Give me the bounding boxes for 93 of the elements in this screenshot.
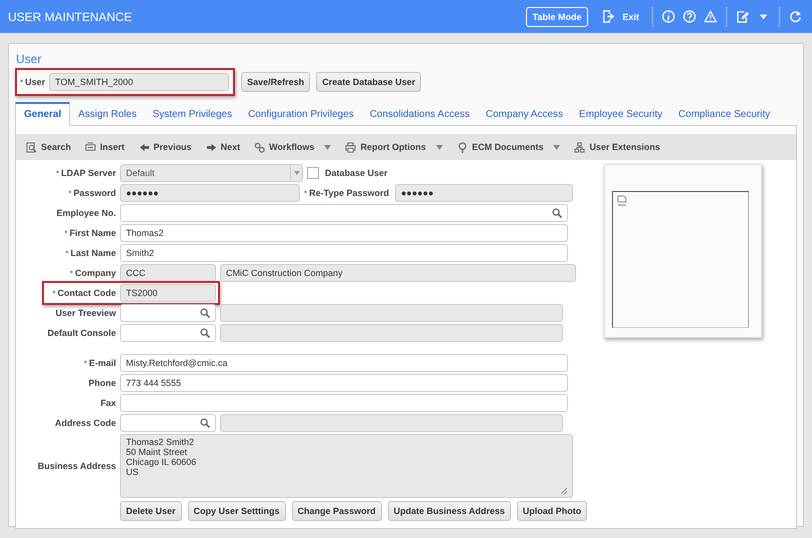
exit-icon (602, 10, 616, 23)
required-marker: * (68, 188, 72, 198)
left-arrow-icon (138, 142, 150, 152)
required-marker: * (84, 358, 87, 368)
toolbar-button[interactable]: Previous (138, 142, 206, 152)
caret-icon[interactable] (436, 144, 443, 150)
refresh-icon[interactable] (789, 10, 802, 23)
lookup-field[interactable] (120, 324, 216, 342)
section-title: User (16, 52, 42, 66)
toolbar-button[interactable]: Workflows (254, 142, 328, 152)
required-marker: * (52, 288, 56, 298)
required-marker: * (65, 248, 68, 258)
lookup-field[interactable] (120, 414, 216, 432)
checkbox[interactable] (307, 167, 319, 179)
search-icon (200, 328, 210, 338)
checkbox-label: Database User (325, 168, 388, 178)
toolbar-button[interactable]: Report Options (345, 142, 440, 152)
dropdown-field[interactable]: Default (120, 164, 303, 182)
action-button[interactable]: Change Password (292, 501, 382, 521)
field-label: Contact Code (58, 288, 116, 298)
tab[interactable]: Company Access (478, 102, 572, 125)
field-label: Default Console (47, 328, 116, 338)
action-button[interactable]: Upload Photo (516, 501, 588, 521)
search-icon (200, 308, 210, 318)
edit-icon[interactable] (736, 10, 749, 23)
address-field[interactable]: Thomas2 Smith2 50 Maint Street Chicago IL 60606 US (120, 434, 573, 498)
tab[interactable]: Consolidations Access (362, 102, 478, 125)
broken-image-icon (617, 195, 627, 207)
hierarchy-icon (574, 142, 586, 152)
gears-icon (254, 142, 266, 152)
field-label: Employee No. (56, 208, 116, 218)
info-icon[interactable] (662, 10, 675, 23)
toolbar-button[interactable]: ECM Documents (456, 142, 558, 152)
required-marker: * (304, 188, 308, 198)
field-label: Address Code (54, 418, 116, 428)
field-label: Fax (100, 398, 116, 408)
lookup-field[interactable] (120, 204, 568, 222)
search-icon (200, 418, 210, 428)
window-title: USER MAINTENANCE (8, 10, 134, 24)
tab[interactable]: General (15, 102, 70, 126)
insert-icon (85, 142, 96, 152)
tab[interactable]: Compliance Security (670, 102, 778, 125)
action-button[interactable]: Save/Refresh (241, 72, 310, 92)
field-label: User Treeview (55, 308, 116, 318)
search-icon (26, 142, 37, 152)
action-button[interactable]: Copy User Setttings (188, 501, 286, 521)
required-marker: * (20, 78, 24, 86)
field-label: Password (73, 188, 116, 198)
input-field[interactable]: 773 444 5555 (120, 374, 568, 392)
field-label: First Name (69, 228, 116, 238)
caret-icon[interactable] (324, 144, 332, 150)
required-marker: * (64, 228, 68, 238)
tab[interactable]: System Privileges (144, 102, 240, 125)
required-marker: * (70, 268, 73, 278)
input-field[interactable]: Thomas2 (120, 224, 568, 242)
right-arrow-icon (206, 142, 217, 152)
field-label: Re-Type Password (309, 188, 389, 198)
field-label: LDAP Server (61, 168, 116, 178)
display-field: TS2000 (120, 284, 216, 302)
input-field[interactable]: Misty.Retchford@cmic.ca (120, 354, 568, 372)
required-marker: * (56, 168, 60, 178)
field-label: Company (74, 268, 116, 278)
toolbar-button[interactable]: Next (206, 142, 254, 152)
warning-icon[interactable] (704, 10, 717, 23)
tab[interactable]: Configuration Privileges (240, 102, 362, 125)
help-icon[interactable] (683, 10, 696, 23)
action-button[interactable]: Delete User (120, 501, 182, 521)
input-field[interactable] (120, 394, 568, 412)
pin-icon (456, 142, 468, 152)
field-label: Last Name (70, 248, 116, 258)
toolbar-button[interactable]: Search (26, 142, 86, 152)
input-field[interactable]: Smith2 (120, 244, 568, 262)
tab[interactable]: Employee Security (571, 102, 670, 125)
display-field: CMiC Construction Company (220, 264, 576, 282)
lookup-field[interactable] (120, 304, 216, 322)
field-label: E-mail (88, 358, 116, 368)
password-field[interactable]: ●●●●●● (120, 184, 300, 202)
toolbar-button[interactable]: Insert (85, 142, 139, 152)
field-label: Business Address (38, 461, 116, 471)
display-field: CCC (120, 264, 216, 282)
toolbar-button[interactable]: User Extensions (574, 142, 674, 152)
tab[interactable]: Assign Roles (70, 102, 145, 125)
password-field[interactable]: ●●●●●● (394, 184, 573, 202)
caret-icon[interactable] (553, 144, 560, 150)
search-icon (552, 208, 562, 218)
field-label: User (25, 77, 46, 87)
printer-icon (345, 142, 356, 152)
user-field[interactable]: TOM_SMITH_2000 (49, 73, 230, 91)
caret-icon (294, 171, 300, 175)
field-label: Phone (88, 378, 116, 388)
action-button[interactable]: Create Database User (316, 72, 422, 92)
resize-grip-icon (561, 488, 567, 494)
action-button[interactable]: Update Business Address (388, 501, 511, 521)
